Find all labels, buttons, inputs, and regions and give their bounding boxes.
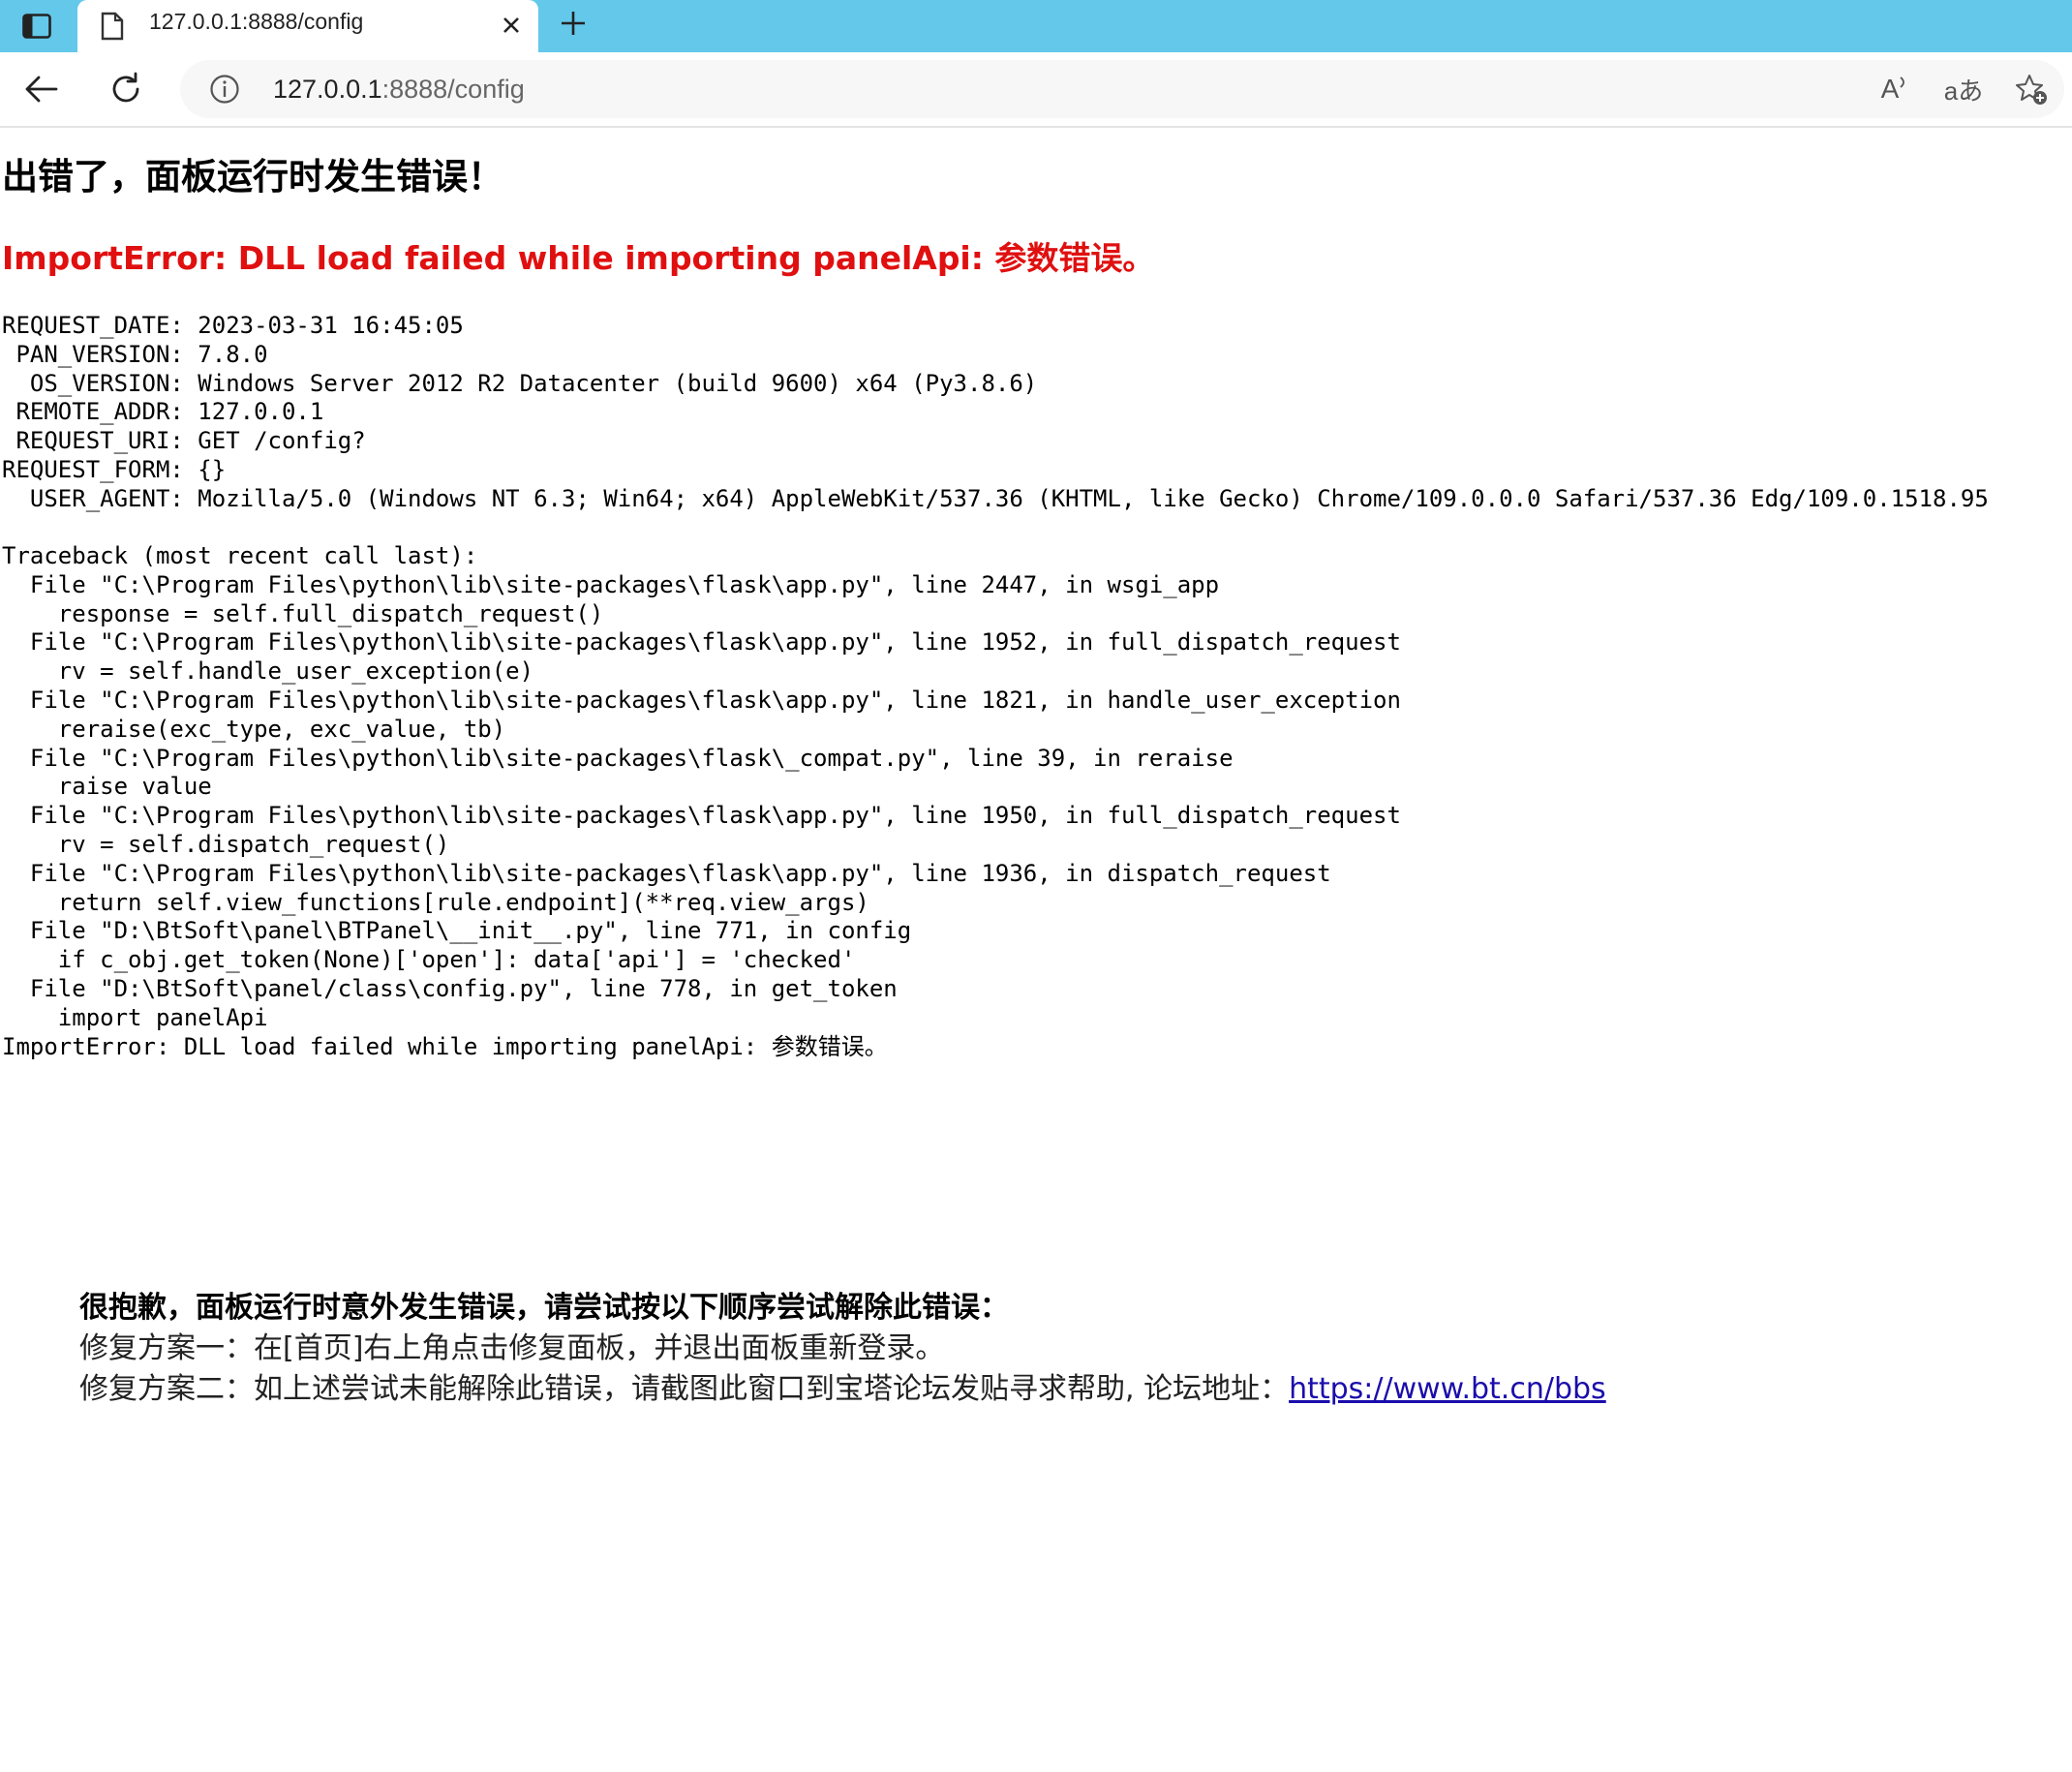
plus-icon[interactable] (552, 2, 594, 45)
fix-option-2-text: 修复方案二：如上述尝试未能解除此错误，请截图此窗口到宝塔论坛发贴寻求帮助, 论坛… (79, 1372, 1290, 1406)
help-section: 很抱歉，面板运行时意外发生错误，请尝试按以下顺序尝试解除此错误： 修复方案一：在… (79, 1288, 1919, 1410)
request-info-line: OS_VERSION: Windows Server 2012 R2 Datac… (2, 369, 1038, 397)
request-info-line: PAN_VERSION: 7.8.0 (2, 340, 268, 368)
traceback-line: ImportError: DLL load failed while impor… (2, 1032, 888, 1060)
reload-icon[interactable] (101, 64, 151, 114)
traceback-line: rv = self.dispatch_request() (2, 830, 450, 858)
url-text[interactable]: 127.0.0.1:8888/config (273, 60, 525, 118)
back-arrow-icon[interactable] (15, 64, 66, 114)
traceback-line: import panelApi (2, 1003, 268, 1031)
traceback-line: response = self.full_dispatch_request() (2, 599, 604, 627)
address-bar[interactable]: 127.0.0.1:8888/config A aあ (180, 60, 2064, 118)
error-message: ImportError: DLL load failed while impor… (2, 239, 1155, 277)
traceback-line: File "C:\Program Files\python\lib\site-p… (2, 686, 1401, 714)
tab-title: 127.0.0.1:8888/config (149, 9, 364, 34)
traceback: Traceback (most recent call last): File … (2, 542, 1401, 1061)
read-aloud-icon[interactable]: A (1874, 70, 1917, 108)
add-favorite-icon[interactable] (2010, 70, 2053, 108)
fix-option-2: 修复方案二：如上述尝试未能解除此错误，请截图此窗口到宝塔论坛发贴寻求帮助, 论坛… (79, 1369, 1919, 1410)
traceback-line: Traceback (most recent call last): (2, 542, 478, 569)
read-aloud-label: A (1880, 74, 1900, 104)
url-path: :8888/config (381, 75, 525, 104)
traceback-line: File "C:\Program Files\python\lib\site-p… (2, 744, 1234, 772)
active-tab[interactable]: 127.0.0.1:8888/config (77, 0, 538, 52)
traceback-line: File "D:\BtSoft\panel\BTPanel\__init__.p… (2, 917, 912, 945)
translate-label: aあ (1943, 76, 1984, 106)
translate-icon[interactable]: aあ (1942, 70, 1985, 108)
page-title: 出错了，面板运行时发生错误！ (2, 156, 503, 198)
url-host: 127.0.0.1 (273, 75, 382, 104)
request-info-line: REQUEST_FORM: {} (2, 455, 227, 483)
close-icon[interactable] (494, 8, 529, 43)
traceback-line: File "C:\Program Files\python\lib\site-p… (2, 859, 1331, 887)
forum-link[interactable]: https://www.bt.cn/bbs (1289, 1372, 1606, 1406)
browser-toolbar: 127.0.0.1:8888/config A aあ (0, 52, 2072, 128)
sidebar-icon[interactable] (10, 0, 64, 52)
traceback-line: if c_obj.get_token(None)['open']: data['… (2, 946, 856, 974)
traceback-line: File "C:\Program Files\python\lib\site-p… (2, 802, 1401, 830)
traceback-line: File "C:\Program Files\python\lib\site-p… (2, 570, 1220, 598)
traceback-line: File "D:\BtSoft\panel/class\config.py", … (2, 974, 898, 1002)
request-info-line: USER_AGENT: Mozilla/5.0 (Windows NT 6.3;… (2, 484, 1989, 512)
document-icon (101, 12, 124, 45)
traceback-line: rv = self.handle_user_exception(e) (2, 657, 534, 686)
traceback-line: reraise(exc_type, exc_value, tb) (2, 715, 506, 743)
traceback-line: return self.view_functions[rule.endpoint… (2, 888, 869, 916)
request-info-line: REQUEST_DATE: 2023-03-31 16:45:05 (2, 312, 464, 339)
traceback-line: File "C:\Program Files\python\lib\site-p… (2, 628, 1401, 657)
fix-option-1: 修复方案一：在[首页]右上角点击修复面板，并退出面板重新登录。 (79, 1331, 945, 1365)
info-icon[interactable] (209, 74, 240, 108)
request-info: REQUEST_DATE: 2023-03-31 16:45:05 PAN_VE… (2, 312, 1989, 514)
traceback-line: raise value (2, 773, 212, 801)
help-title: 很抱歉，面板运行时意外发生错误，请尝试按以下顺序尝试解除此错误： (79, 1291, 1009, 1325)
request-info-line: REMOTE_ADDR: 127.0.0.1 (2, 398, 324, 426)
request-info-line: REQUEST_URI: GET /config? (2, 427, 366, 455)
tab-strip: 127.0.0.1:8888/config (0, 0, 2072, 52)
